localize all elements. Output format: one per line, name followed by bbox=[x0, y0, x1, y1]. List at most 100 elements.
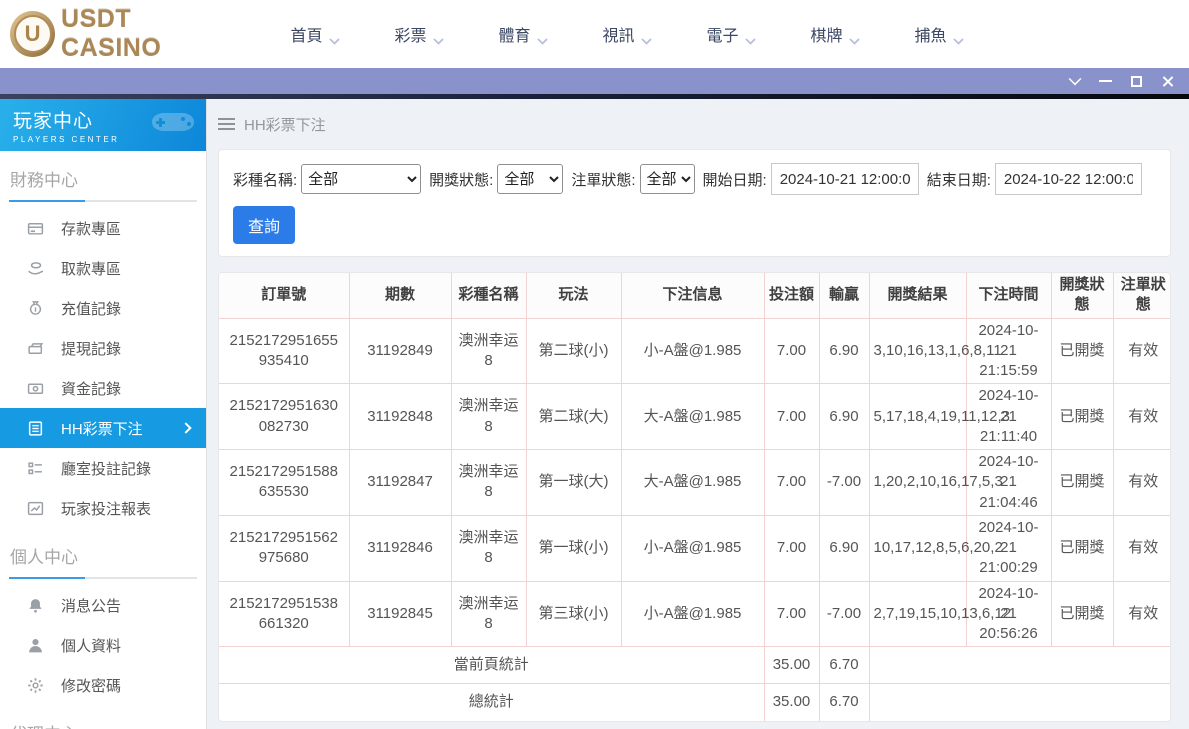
cell: 7.00 bbox=[764, 515, 819, 581]
cell: 小-A盤@1.985 bbox=[621, 581, 764, 647]
column-header: 注單狀態 bbox=[1113, 273, 1171, 318]
cell: 已開獎 bbox=[1051, 384, 1113, 450]
lottery-doc-icon bbox=[27, 420, 44, 437]
sidebar-item-funds-record[interactable]: 資金記錄 bbox=[0, 368, 206, 408]
column-header: 下注時間 bbox=[966, 273, 1051, 318]
section-underline bbox=[9, 577, 197, 579]
section-underline bbox=[9, 200, 197, 202]
summary-empty bbox=[869, 647, 1171, 684]
cell: 有效 bbox=[1113, 318, 1171, 384]
draw-status-select[interactable]: 全部 bbox=[497, 164, 563, 194]
nav-item-sports[interactable]: 體育 bbox=[471, 0, 575, 68]
cell: 有效 bbox=[1113, 515, 1171, 581]
chevron-down-icon bbox=[849, 32, 860, 39]
cell: 31192849 bbox=[349, 318, 451, 384]
column-header: 投注額 bbox=[764, 273, 819, 318]
bets-table-card: 訂單號期數彩種名稱玩法下注信息投注額輸贏開獎結果下注時間開獎狀態注單狀態 215… bbox=[218, 272, 1171, 722]
nav-item-home[interactable]: 首頁 bbox=[263, 0, 367, 68]
cell: 大-A盤@1.985 bbox=[621, 450, 764, 516]
sidebar-item-label: 取款專區 bbox=[61, 258, 121, 279]
nav-item-label: 棋牌 bbox=[810, 22, 842, 46]
sidebar-item-deposit[interactable]: 存款專區 bbox=[0, 208, 206, 248]
column-header: 開獎狀態 bbox=[1051, 273, 1113, 318]
report-chart-icon bbox=[27, 500, 44, 517]
cell: 31192848 bbox=[349, 384, 451, 450]
cell: 第二球(小) bbox=[526, 318, 621, 384]
nav-item-label: 彩票 bbox=[394, 22, 426, 46]
search-button[interactable]: 查詢 bbox=[233, 206, 295, 244]
window-maximize-button[interactable] bbox=[1121, 68, 1152, 94]
sidebar-item-recharge-record[interactable]: 充值記錄 bbox=[0, 288, 206, 328]
bell-icon bbox=[27, 597, 44, 614]
window-titlebar bbox=[0, 68, 1189, 94]
cell: 已開獎 bbox=[1051, 450, 1113, 516]
cell: 6.90 bbox=[819, 318, 869, 384]
usdt-casino-logo[interactable]: U USDT CASINO bbox=[10, 5, 235, 63]
players-center-banner: 玩家中心 PLAYERS CENTER bbox=[0, 99, 206, 151]
window-collapse-button[interactable] bbox=[1059, 68, 1090, 94]
window-minimize-button[interactable] bbox=[1090, 68, 1121, 94]
main-content: HH彩票下注 彩種名稱: 全部 開獎狀態: 全部 注單狀態: 全部 bbox=[207, 99, 1189, 729]
sidebar-item-label: 廳室投註記錄 bbox=[61, 458, 151, 479]
main-nav: 首頁 彩票 體育 視訊 電子 棋牌 捕魚 bbox=[263, 0, 991, 68]
total-summary-row: 總統計35.006.70 bbox=[219, 684, 1171, 721]
order-status-select[interactable]: 全部 bbox=[640, 164, 695, 194]
summary-empty bbox=[869, 684, 1171, 721]
chevron-down-icon bbox=[537, 32, 548, 39]
nav-item-label: 電子 bbox=[706, 22, 738, 46]
cell: 澳洲幸运8 bbox=[451, 384, 526, 450]
end-date-label: 結束日期: bbox=[927, 169, 991, 190]
cell: 2152172951630082730 bbox=[219, 384, 349, 450]
window-close-button[interactable] bbox=[1152, 68, 1183, 94]
column-header: 期數 bbox=[349, 273, 451, 318]
banknote-icon bbox=[27, 340, 44, 357]
nav-item-video[interactable]: 視訊 bbox=[575, 0, 679, 68]
sidebar-item-hh-lottery-bets[interactable]: HH彩票下注 bbox=[0, 408, 206, 448]
nav-item-fishing[interactable]: 捕魚 bbox=[887, 0, 991, 68]
cell: 澳洲幸运8 bbox=[451, 581, 526, 647]
sidebar-item-withdraw[interactable]: 取款專區 bbox=[0, 248, 206, 288]
cell: -7.00 bbox=[819, 450, 869, 516]
sidebar-section-header: 財務中心 bbox=[10, 166, 206, 191]
lottery-name-select[interactable]: 全部 bbox=[301, 164, 421, 194]
nav-item-chess[interactable]: 棋牌 bbox=[783, 0, 887, 68]
sidebar-item-announcements[interactable]: 消息公告 bbox=[0, 585, 206, 625]
logo-coin-icon: U bbox=[10, 11, 55, 57]
summary-bet-total: 35.00 bbox=[764, 684, 819, 721]
sidebar-item-profile[interactable]: 個人資料 bbox=[0, 625, 206, 665]
sidebar-item-change-password[interactable]: 修改密碼 bbox=[0, 665, 206, 705]
sidebar-item-hall-bet-records[interactable]: 廳室投註記錄 bbox=[0, 448, 206, 488]
cell: 第一球(大) bbox=[526, 450, 621, 516]
menu-toggle-icon[interactable] bbox=[218, 118, 235, 130]
cell: 2,7,19,15,10,13,6,12 bbox=[869, 581, 966, 647]
withdraw-hand-icon bbox=[27, 260, 44, 277]
nav-item-lottery[interactable]: 彩票 bbox=[367, 0, 471, 68]
sidebar-item-label: 玩家投注報表 bbox=[61, 498, 151, 519]
column-header: 輸贏 bbox=[819, 273, 869, 318]
end-date-input[interactable] bbox=[995, 163, 1142, 195]
sidebar-item-label: 個人資料 bbox=[61, 635, 121, 656]
cell: 第一球(小) bbox=[526, 515, 621, 581]
sidebar-section-header: 代理中心 bbox=[10, 720, 206, 729]
sidebar-item-label: 修改密碼 bbox=[61, 675, 121, 696]
column-header: 開獎結果 bbox=[869, 273, 966, 318]
cell: 31192847 bbox=[349, 450, 451, 516]
gamepad-icon bbox=[150, 105, 196, 139]
nav-item-label: 視訊 bbox=[602, 22, 634, 46]
cell: 大-A盤@1.985 bbox=[621, 384, 764, 450]
sidebar-item-player-report[interactable]: 玩家投注報表 bbox=[0, 488, 206, 528]
cell: 已開獎 bbox=[1051, 318, 1113, 384]
cell: 7.00 bbox=[764, 384, 819, 450]
hall-list-icon bbox=[27, 460, 44, 477]
page-summary-row: 當前頁統計35.006.70 bbox=[219, 647, 1171, 684]
sidebar-item-label: 存款專區 bbox=[61, 218, 121, 239]
page-title: HH彩票下注 bbox=[244, 114, 326, 135]
nav-item-slots[interactable]: 電子 bbox=[679, 0, 783, 68]
start-date-input[interactable] bbox=[771, 163, 919, 195]
minimize-icon bbox=[1099, 80, 1112, 82]
top-header: U USDT CASINO 首頁 彩票 體育 視訊 電子 棋牌 捕魚 bbox=[0, 0, 1189, 68]
deposit-card-icon bbox=[27, 220, 44, 237]
sidebar-item-withdraw-record[interactable]: 提現記錄 bbox=[0, 328, 206, 368]
summary-winloss-total: 6.70 bbox=[819, 684, 869, 721]
table-header-row: 訂單號期數彩種名稱玩法下注信息投注額輸贏開獎結果下注時間開獎狀態注單狀態 bbox=[219, 273, 1171, 318]
